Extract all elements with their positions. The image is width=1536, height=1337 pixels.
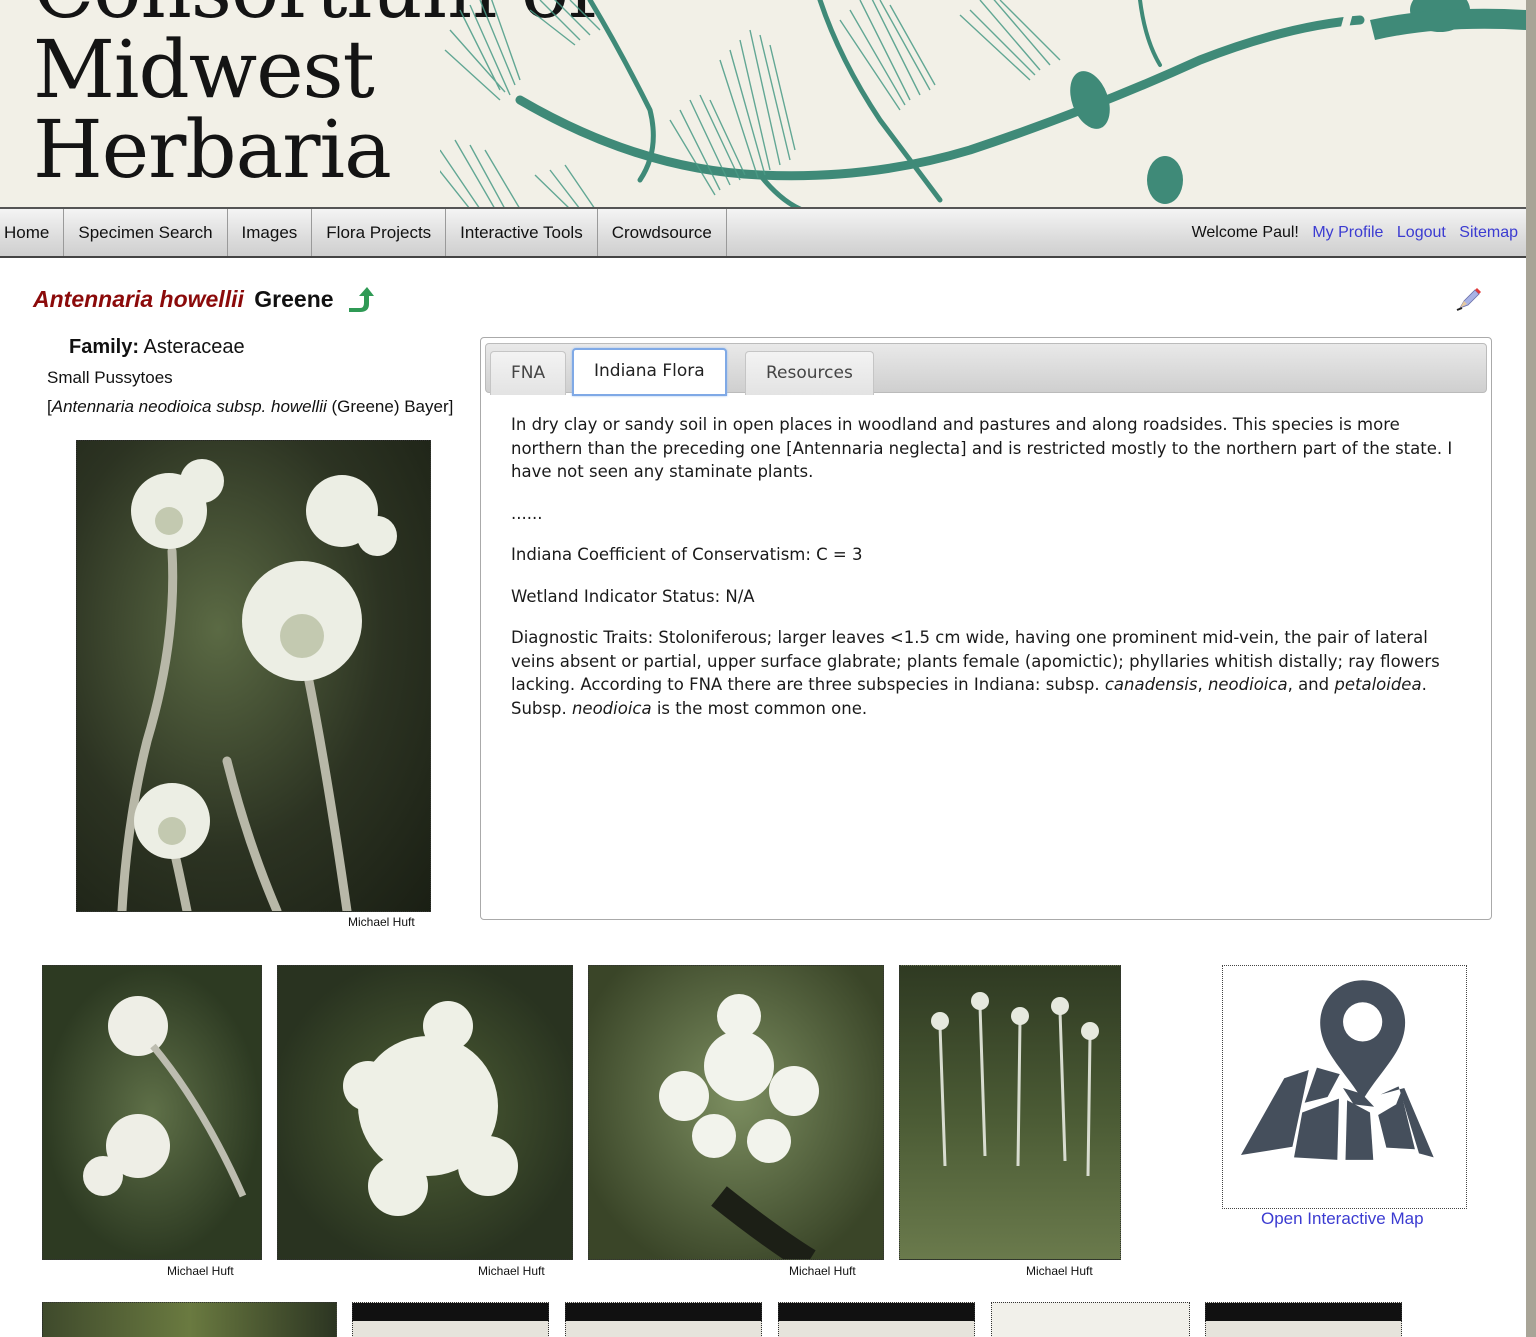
tab-resources[interactable]: Resources	[745, 351, 874, 395]
specimen-sheet-thumbnail[interactable]	[991, 1302, 1190, 1337]
diagnostic-traits: Diagnostic Traits: Stoloniferous; larger…	[511, 626, 1476, 720]
main-species-image[interactable]	[76, 440, 431, 912]
diag-subsp: neodioica	[571, 698, 652, 718]
diag-sep: , and	[1287, 675, 1335, 694]
family-label: Family:	[69, 336, 140, 358]
thumbnail-credit: Michael Huft	[789, 1264, 856, 1278]
family: Family: Asteraceae	[69, 336, 245, 359]
specimen-sheet-thumbnail[interactable]	[778, 1302, 975, 1337]
interactive-map-thumbnail[interactable]	[1222, 965, 1467, 1209]
user-links: Welcome Paul! My Profile Logout Sitemap	[1183, 209, 1518, 256]
description-tabs: FNA Indiana Flora Resources In dry clay …	[480, 337, 1492, 920]
pine-branch-illustration	[440, 0, 1526, 207]
vernacular-name: Small Pussytoes	[47, 368, 173, 387]
pencil-icon[interactable]	[1456, 286, 1482, 317]
logout-link[interactable]: Logout	[1397, 224, 1446, 241]
return-arrow-icon[interactable]	[346, 286, 374, 317]
diag-subsp: petaloidea	[1334, 675, 1422, 694]
nav-item-interactive-tools[interactable]: Interactive Tools	[446, 209, 598, 256]
page-title: Antennaria howellii Greene	[33, 286, 334, 313]
scientific-name: Antennaria howellii	[33, 286, 244, 312]
thumbnail-image[interactable]	[277, 965, 573, 1260]
map-pin-icon	[1240, 980, 1434, 1160]
nav-item-flora-projects[interactable]: Flora Projects	[312, 209, 447, 256]
specimen-sheet-thumbnail[interactable]	[352, 1302, 549, 1337]
sitemap-link[interactable]: Sitemap	[1459, 224, 1518, 241]
tab-fna[interactable]: FNA	[490, 351, 567, 395]
main-nav: Home Specimen Search Images Flora Projec…	[0, 209, 1526, 258]
synonym-name: Antennaria neodioica subsp. howellii	[51, 397, 327, 416]
my-profile-link[interactable]: My Profile	[1312, 224, 1383, 241]
tab-bar: FNA Indiana Flora Resources	[485, 343, 1487, 396]
coefficient-of-conservatism: Indiana Coefficient of Conservatism: C =…	[511, 545, 863, 564]
thumbnail-credit: Michael Huft	[478, 1264, 545, 1278]
thumbnail-image[interactable]	[42, 965, 262, 1260]
specimen-sheet-thumbnail[interactable]	[1205, 1302, 1402, 1337]
ellipsis: ......	[511, 503, 543, 523]
diag-subsp: canadensis	[1104, 675, 1198, 694]
open-interactive-map-link[interactable]: Open Interactive Map	[1261, 1209, 1424, 1229]
site-banner: Consortium of Midwest Herbaria	[0, 0, 1526, 209]
thumbnail-image[interactable]	[899, 965, 1121, 1260]
diag-sep: ,	[1197, 675, 1208, 694]
wetland-indicator-status: Wetland Indicator Status: N/A	[511, 586, 755, 606]
thumbnail-credit: Michael Huft	[1026, 1264, 1093, 1278]
flower-photo	[659, 994, 819, 1259]
flower-photo	[83, 996, 247, 1198]
flower-photo	[117, 459, 397, 911]
thumbnail-credit: Michael Huft	[167, 1264, 234, 1278]
taxon-author: Greene	[254, 286, 334, 312]
welcome-text: Welcome Paul!	[1191, 224, 1299, 241]
specimen-sheet-thumbnail[interactable]	[565, 1302, 762, 1337]
flower-photo	[931, 992, 1099, 1177]
synonym: [Antennaria neodioica subsp. howellii (G…	[47, 397, 453, 417]
nav-item-images[interactable]: Images	[228, 209, 313, 256]
nav-item-home[interactable]: Home	[0, 209, 65, 256]
page: Consortium of Midwest Herbaria	[0, 0, 1526, 1337]
diag-sep: is the most common one.	[651, 698, 868, 718]
diag-subsp: neodioica	[1207, 675, 1288, 694]
flower-photo	[343, 1001, 518, 1216]
nav-item-crowdsource[interactable]: Crowdsource	[598, 209, 727, 256]
habitat-paragraph: In dry clay or sandy soil in open places…	[511, 415, 1453, 481]
thumbnail-image[interactable]	[588, 965, 884, 1260]
tab-indiana-flora[interactable]: Indiana Flora	[572, 348, 727, 396]
tab-content-indiana-flora: In dry clay or sandy soil in open places…	[511, 413, 1476, 738]
nav-item-specimen-search[interactable]: Specimen Search	[64, 209, 228, 256]
family-value: Asteraceae	[143, 336, 245, 358]
synonym-author: (Greene) Bayer]	[326, 397, 454, 416]
thumbnail-image[interactable]	[42, 1302, 337, 1337]
image-credit: Michael Huft	[348, 915, 415, 929]
